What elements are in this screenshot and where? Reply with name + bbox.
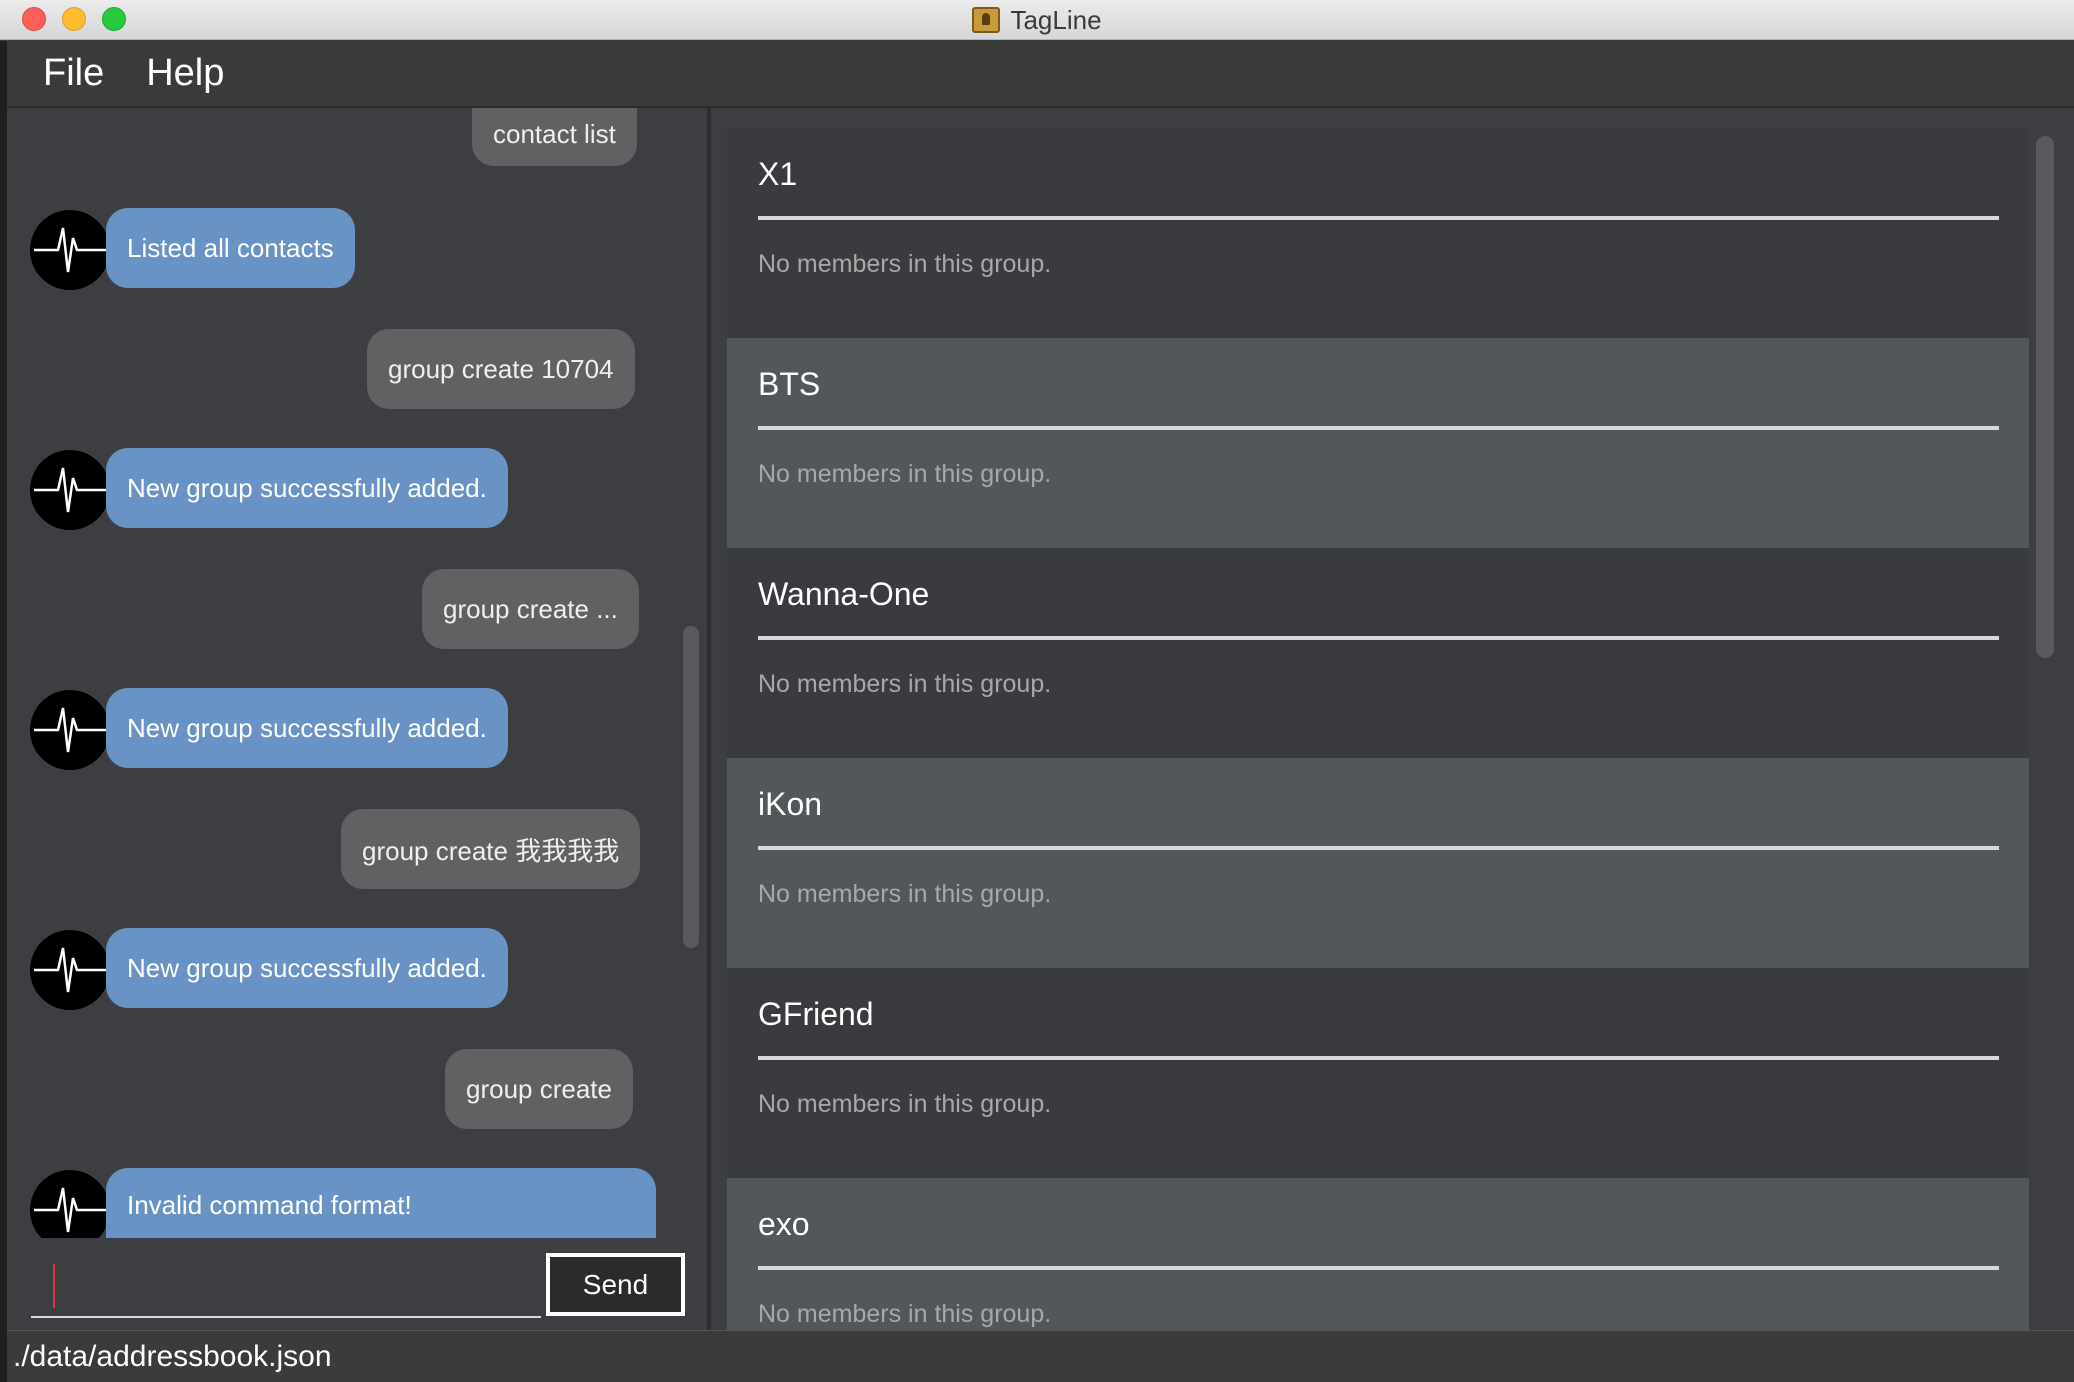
pulse-icon — [34, 1187, 106, 1233]
message-text: New group successfully added. — [127, 472, 487, 503]
group-members-text: No members in this group. — [758, 1090, 1052, 1118]
message-text: group create ... — [443, 593, 618, 624]
message-text: group create — [466, 1073, 612, 1104]
bot-avatar — [30, 930, 110, 1010]
group-name: exo — [758, 1206, 810, 1242]
pulse-icon — [34, 947, 106, 993]
group-name: X1 — [758, 156, 798, 192]
menu-bar: File Help — [7, 41, 2074, 107]
group-members-text: No members in this group. — [758, 460, 1052, 488]
bot-avatar — [30, 450, 110, 530]
group-members-text: No members in this group. — [758, 250, 1052, 278]
pulse-icon — [34, 227, 106, 273]
bot-message-bubble: New group successfully added. — [106, 928, 508, 1008]
group-members-text: No members in this group. — [758, 670, 1052, 698]
message-text: contact list — [493, 118, 616, 149]
chat-panel[interactable]: contact list Listed all contacts group c… — [7, 108, 707, 1238]
command-box: Send — [7, 1238, 707, 1330]
bot-avatar — [30, 690, 110, 770]
group-divider — [758, 1056, 1999, 1060]
pulse-icon — [34, 467, 106, 513]
group-card[interactable]: GFriend No members in this group. — [727, 968, 2029, 1178]
group-divider — [758, 846, 1999, 850]
group-divider — [758, 216, 1999, 220]
pulse-icon — [34, 707, 106, 753]
message-text: group create 10704 — [388, 353, 614, 384]
bot-message-bubble: New group successfully added. — [106, 688, 508, 768]
window-title-group: TagLine — [0, 0, 2074, 40]
group-name: iKon — [758, 786, 823, 822]
bot-message-bubble: New group successfully added. — [106, 448, 508, 528]
window-left-edge — [0, 41, 7, 1382]
message-text: group create 我我我我 — [362, 835, 620, 866]
group-card[interactable]: iKon No members in this group. — [727, 758, 2029, 968]
bot-message-bubble: Invalid command format! — [106, 1168, 656, 1238]
user-message-bubble: group create ... — [422, 569, 639, 649]
group-members-text: No members in this group. — [758, 880, 1052, 908]
bot-message-bubble: Listed all contacts — [106, 208, 355, 288]
group-name: Wanna-One — [758, 576, 930, 612]
group-divider — [758, 636, 1999, 640]
group-card[interactable]: Wanna-One No members in this group. — [727, 548, 2029, 758]
group-list-scrollbar[interactable] — [2036, 136, 2054, 658]
text-caret — [53, 1264, 55, 1308]
user-message-bubble: group create — [445, 1049, 633, 1129]
send-button[interactable]: Send — [546, 1253, 685, 1316]
user-message-bubble: group create 10704 — [367, 329, 635, 409]
bot-avatar — [30, 1170, 110, 1238]
message-text: Invalid command format! — [127, 1190, 412, 1220]
group-list-panel[interactable]: X1 No members in this group. BTS No memb… — [711, 108, 2074, 1330]
chat-scrollbar[interactable] — [683, 626, 699, 948]
group-card[interactable]: BTS No members in this group. — [727, 338, 2029, 548]
group-name: GFriend — [758, 996, 874, 1032]
message-text: New group successfully added. — [127, 712, 487, 743]
group-members-text: No members in this group. — [758, 1300, 1052, 1328]
title-bar: TagLine — [0, 0, 2074, 40]
group-card[interactable]: X1 No members in this group. — [727, 128, 2029, 338]
menu-help[interactable]: Help — [146, 52, 224, 95]
group-name: BTS — [758, 366, 821, 402]
status-bar: ./data/addressbook.json — [7, 1330, 2074, 1382]
user-message-bubble: group create 我我我我 — [341, 809, 641, 889]
message-text: New group successfully added. — [127, 952, 487, 983]
address-book-icon — [972, 7, 1001, 33]
data-file-path: ./data/addressbook.json — [13, 1339, 332, 1373]
user-message-bubble: contact list — [472, 108, 637, 166]
group-divider — [758, 426, 1999, 430]
group-divider — [758, 1266, 1999, 1270]
command-input[interactable] — [31, 1262, 541, 1318]
window-title: TagLine — [1010, 4, 1102, 35]
message-text: Listed all contacts — [127, 232, 334, 263]
group-card[interactable]: exo No members in this group. — [727, 1178, 2029, 1330]
menu-file[interactable]: File — [43, 52, 104, 95]
bot-avatar — [30, 210, 110, 290]
